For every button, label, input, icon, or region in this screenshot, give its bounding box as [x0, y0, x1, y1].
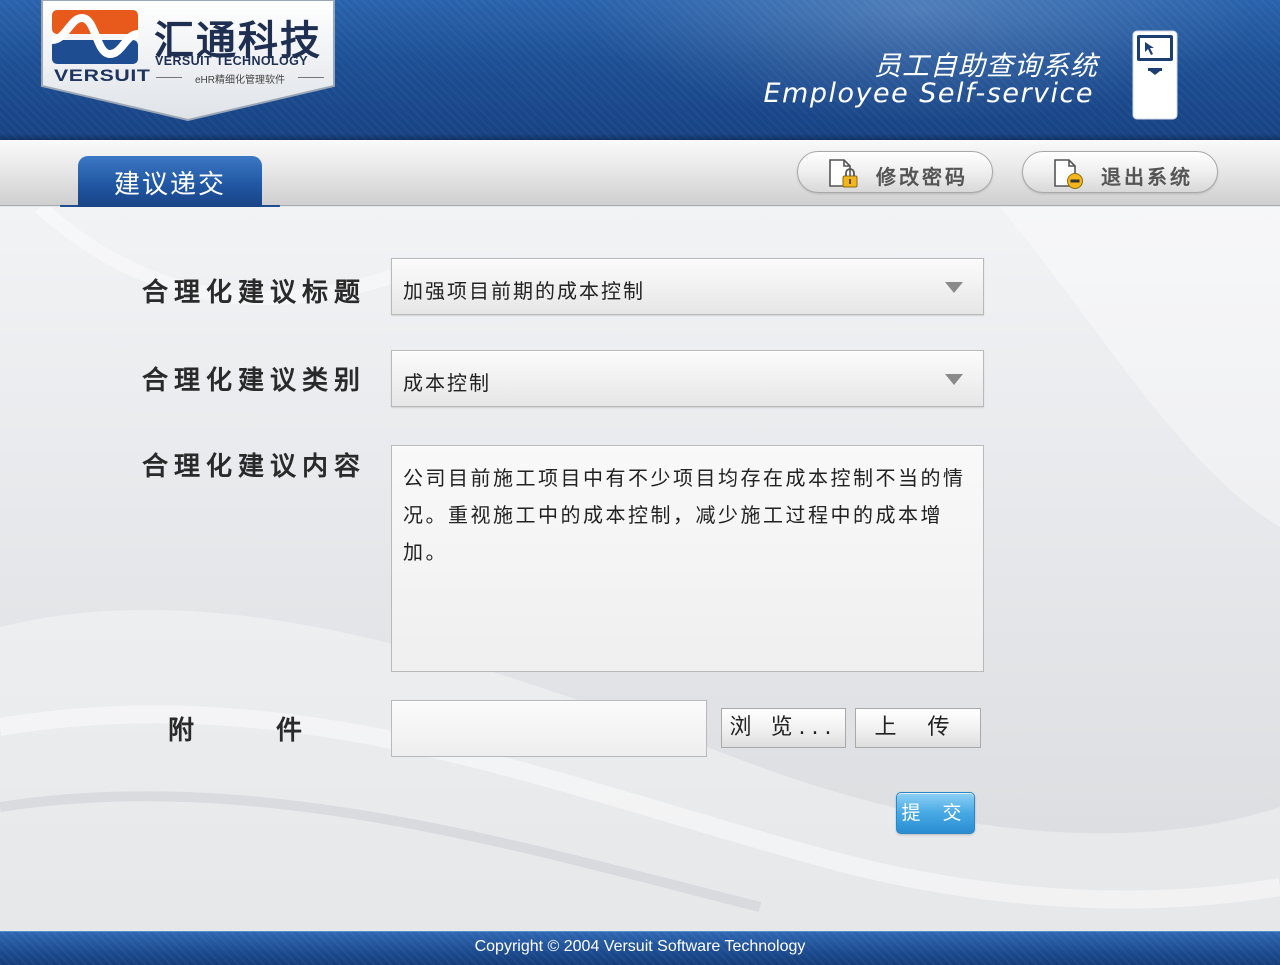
- logo-product-line: eHR精细化管理软件: [156, 71, 324, 86]
- chevron-down-icon: [945, 374, 963, 385]
- chevron-down-icon: [945, 282, 963, 293]
- suggestion-title-value: 加强项目前期的成本控制: [403, 279, 645, 303]
- suggestion-title-label: 合理化建议标题: [142, 278, 367, 308]
- upload-button[interactable]: 上 传: [855, 708, 981, 748]
- change-password-button[interactable]: 修改密码: [797, 151, 993, 193]
- suggestion-type-value: 成本控制: [403, 371, 491, 395]
- lock-document-icon: [829, 159, 858, 188]
- attachment-path-input[interactable]: [391, 700, 707, 757]
- tab-suggestion-submit[interactable]: 建议递交: [78, 156, 262, 214]
- exit-document-icon: [1054, 159, 1083, 189]
- suggestion-title-select[interactable]: 加强项目前期的成本控制: [391, 258, 984, 315]
- logout-button[interactable]: 退出系统: [1022, 151, 1218, 193]
- versuit-wave-logo-icon: [52, 10, 138, 64]
- attachment-label-part1: 附: [168, 716, 195, 746]
- logo-company-en: VERSUIT TECHNOLOGY: [155, 54, 309, 68]
- app-header: 汇通科技 VERSUIT TECHNOLOGY eHR精细化管理软件 VERSU…: [0, 0, 1280, 140]
- logout-label: 退出系统: [1101, 165, 1193, 189]
- logo-wordmark: VERSUIT: [54, 66, 151, 85]
- company-logo: 汇通科技 VERSUIT TECHNOLOGY eHR精细化管理软件 VERSU…: [40, 0, 336, 122]
- attachment-label: 附件: [168, 710, 302, 747]
- attachment-label-part2: 件: [276, 716, 303, 746]
- suggestion-content-textarea[interactable]: 公司目前施工项目中有不少项目均存在成本控制不当的情况。重视施工中的成本控制，减少…: [391, 445, 984, 672]
- suggestion-type-label: 合理化建议类别: [142, 366, 367, 396]
- change-password-label: 修改密码: [876, 165, 968, 189]
- system-title-en: Employee Self-service: [763, 78, 1094, 109]
- copyright-text: Copyright © 2004 Versuit Software Techno…: [474, 938, 806, 955]
- browse-button[interactable]: 浏 览...: [721, 708, 846, 748]
- suggestion-content-label: 合理化建议内容: [142, 452, 367, 482]
- app-footer: Copyright © 2004 Versuit Software Techno…: [0, 931, 1280, 965]
- kiosk-terminal-icon: [1132, 30, 1178, 120]
- submit-button[interactable]: 提 交: [896, 792, 975, 834]
- suggestion-type-select[interactable]: 成本控制: [391, 350, 984, 407]
